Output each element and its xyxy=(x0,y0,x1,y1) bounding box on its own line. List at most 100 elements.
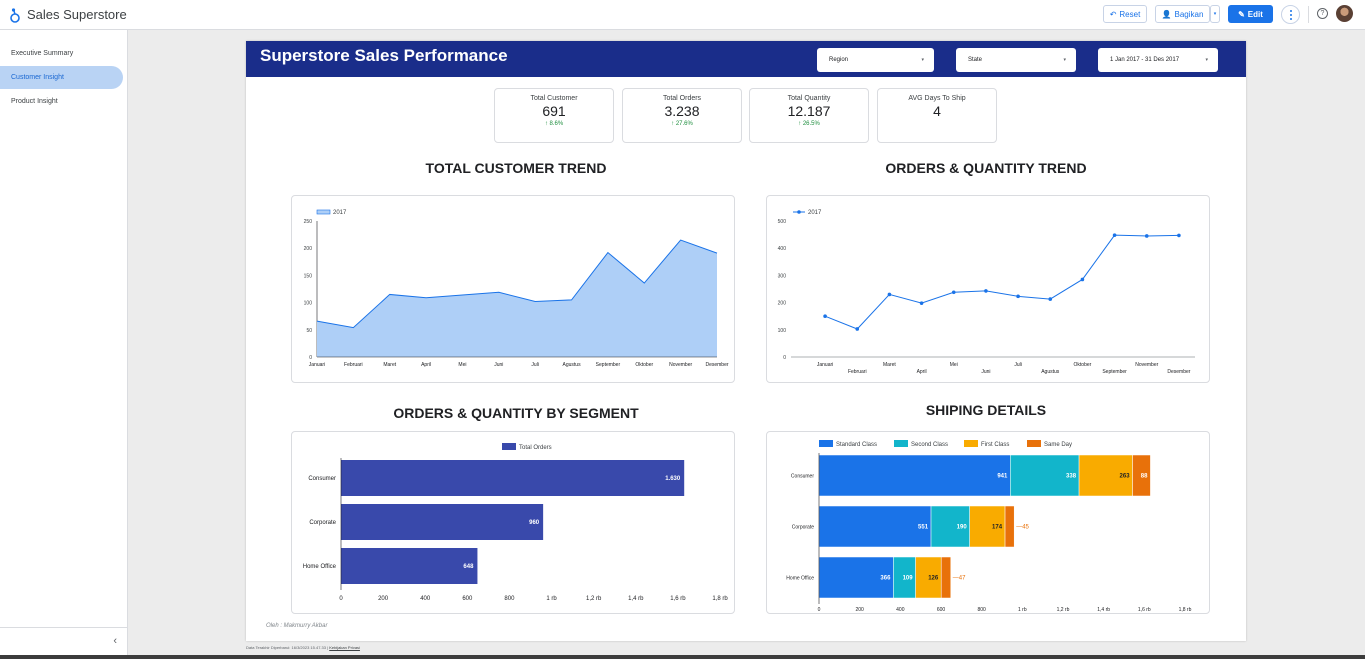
bar-value-label: 338 xyxy=(1066,474,1077,480)
customer-trend-chart[interactable]: 2017 0 50 100 150 200 250 Januari Februari Maret A… xyxy=(292,196,736,384)
region-filter-label: Region xyxy=(829,57,849,63)
bar-value-label: 366 xyxy=(880,576,891,582)
x-tick-label: September xyxy=(596,362,621,368)
x-tick-label: 600 xyxy=(937,607,946,613)
region-filter[interactable]: Region ▾ xyxy=(817,48,934,72)
collapse-sidebar-icon[interactable]: ‹ xyxy=(113,635,117,647)
bar-value-label: 126 xyxy=(928,576,939,582)
kpi-value: 691 xyxy=(542,103,566,119)
report-header-banner: Superstore Sales Performance Region ▾ St… xyxy=(246,41,1246,77)
series-line-2017 xyxy=(824,234,1179,330)
date-range-label: 1 Jan 2017 - 31 Des 2017 xyxy=(1110,57,1180,63)
sidebar-item-executive-summary[interactable]: Executive Summary xyxy=(0,42,123,65)
customer-trend-card: 2017 0 50 100 150 200 250 Januari Februari Maret A… xyxy=(291,195,735,383)
x-tick-label: Juli xyxy=(1014,362,1022,368)
segment-chart[interactable]: Total Orders 1.630 Consumer 960 Corporate 648… xyxy=(292,432,736,615)
app-title: Sales Superstore xyxy=(27,7,127,22)
shipping-card: Standard Class Second Class First Class Sam… xyxy=(766,431,1210,614)
y-category-label: Home Office xyxy=(303,564,337,570)
y-tick-label: 0 xyxy=(309,355,312,361)
x-tick-label: 1,6 rb xyxy=(1138,607,1151,613)
series-point xyxy=(984,289,988,293)
x-tick-label: 1,6 rb xyxy=(670,596,686,602)
undo-icon: ↶ xyxy=(1109,9,1117,19)
y-category-label: Corporate xyxy=(792,525,814,531)
legend-label: Same Day xyxy=(1044,442,1072,448)
stacked-bar-segment xyxy=(818,505,932,548)
y-tick-label: 0 xyxy=(783,355,786,361)
kpi-delta: ↑ 27.6% xyxy=(671,121,693,127)
y-category-label: Home Office xyxy=(786,576,814,582)
orders-trend-chart[interactable]: 2017 0 100 200 300 400 500 Januari Februari Maret… xyxy=(767,196,1211,384)
bar-value-label: —47 xyxy=(953,576,966,582)
bar-value-label: 960 xyxy=(529,520,540,526)
series-point xyxy=(1177,233,1181,238)
report-canvas: Superstore Sales Performance Region ▾ St… xyxy=(246,41,1246,641)
more-vert-icon xyxy=(1290,10,1292,12)
edit-button[interactable]: ✎ Edit xyxy=(1228,5,1273,23)
series-area-2017 xyxy=(317,240,717,357)
bar-value-label: 109 xyxy=(903,576,914,582)
more-options-button[interactable] xyxy=(1281,5,1300,24)
legend-swatch xyxy=(316,209,331,215)
kpi-label: Total Orders xyxy=(662,95,702,102)
author-credit: Oleh : Makmurry Akbar xyxy=(266,623,328,629)
privacy-policy-link[interactable]: Kebijakan Privasi xyxy=(329,645,360,650)
x-tick-label: 1 rb xyxy=(546,596,557,602)
avatar[interactable] xyxy=(1336,5,1353,22)
x-tick-label: Mei xyxy=(458,362,466,368)
x-tick-label: Oktober xyxy=(635,362,653,368)
legend-marker xyxy=(797,210,801,214)
kpi-total-quantity: Total Quantity 12.187 ↑ 26.5% xyxy=(749,88,869,143)
state-filter[interactable]: State ▾ xyxy=(956,48,1076,72)
segment-title: ORDERS & QUANTITY BY SEGMENT xyxy=(393,405,639,421)
legend-swatch xyxy=(894,440,908,447)
kpi-delta: ↑ 26.5% xyxy=(798,121,820,127)
y-category-label: Corporate xyxy=(309,520,336,526)
sidebar-item-product-insight[interactable]: Product Insight xyxy=(0,90,123,113)
series-point xyxy=(887,292,892,297)
reset-button[interactable]: ↶ Reset xyxy=(1103,5,1147,23)
stacked-bar-segment xyxy=(1004,505,1015,548)
share-button[interactable]: 👤 Bagikan xyxy=(1155,5,1210,23)
looker-studio-logo-icon xyxy=(10,8,20,23)
orders-trend-card: 2017 0 100 200 300 400 500 Januari Februari Maret… xyxy=(766,195,1210,383)
legend-swatch xyxy=(819,440,833,447)
bar-value-label: —45 xyxy=(1016,525,1029,531)
share-button-label: Bagikan xyxy=(1174,9,1204,19)
x-tick-label: Maret xyxy=(383,362,396,368)
x-tick-label: 400 xyxy=(420,596,431,602)
x-tick-label: Agustus xyxy=(563,362,582,368)
bar-value-label: 190 xyxy=(957,525,968,531)
page-navigation-sidebar: Executive Summary Customer Insight Produ… xyxy=(0,30,128,656)
x-tick-label: April xyxy=(917,369,927,375)
help-icon[interactable]: ? xyxy=(1317,8,1328,19)
x-tick-label: Mei xyxy=(950,362,958,368)
bar-value-label: 263 xyxy=(1120,474,1131,480)
sidebar-item-customer-insight[interactable]: Customer Insight xyxy=(0,66,123,89)
bar-value-label: 174 xyxy=(992,525,1003,531)
stacked-bar-segment xyxy=(818,454,1011,497)
shipping-chart[interactable]: Standard Class Second Class First Class Sam… xyxy=(767,432,1211,615)
x-tick-label: Januari xyxy=(309,362,325,368)
x-tick-label: April xyxy=(421,362,431,368)
kpi-label: Total Quantity xyxy=(787,95,831,102)
share-dropdown-button[interactable]: ▾ xyxy=(1210,5,1220,23)
kpi-avg-days-to-ship: AVG Days To Ship 4 xyxy=(877,88,997,143)
pencil-icon: ✎ xyxy=(1238,9,1245,19)
y-category-label: Consumer xyxy=(791,474,814,480)
series-point xyxy=(1016,294,1020,299)
x-tick-label: 0 xyxy=(818,607,821,613)
y-tick-label: 200 xyxy=(304,246,313,252)
x-tick-label: Oktober xyxy=(1074,362,1092,368)
stacked-bar-segment xyxy=(940,556,952,599)
shipping-title: SHIPING DETAILS xyxy=(925,402,1047,418)
chevron-down-icon: ▾ xyxy=(1205,57,1208,63)
x-tick-label: Januari xyxy=(817,362,833,368)
legend-label: 2017 xyxy=(333,210,347,216)
x-tick-label: November xyxy=(1135,362,1158,368)
date-range-filter[interactable]: 1 Jan 2017 - 31 Des 2017 ▾ xyxy=(1098,48,1218,72)
x-tick-label: 1,2 rb xyxy=(586,596,602,602)
more-vert-icon xyxy=(1290,14,1292,16)
x-tick-label: 400 xyxy=(896,607,905,613)
